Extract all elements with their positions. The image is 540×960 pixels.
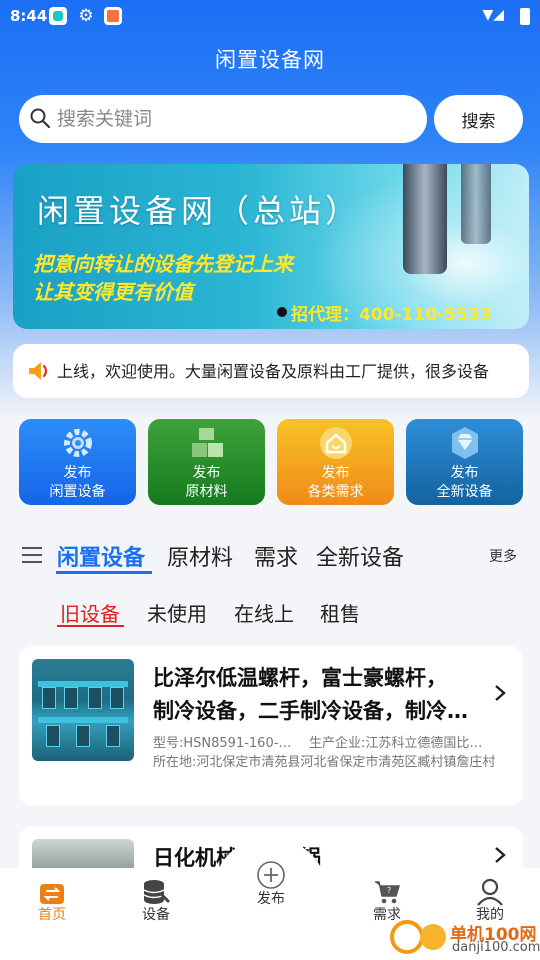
speaker-icon bbox=[29, 362, 48, 380]
quick-action-line1: 发布 bbox=[192, 465, 221, 481]
menu-icon[interactable] bbox=[22, 545, 42, 565]
quick-action-line2: 闲置设备 bbox=[49, 484, 106, 500]
publish-new-equipment-button[interactable]: 发布 全新设备 bbox=[406, 419, 523, 505]
home-icon bbox=[40, 884, 64, 904]
subtab-online[interactable]: 在线上 bbox=[234, 598, 294, 627]
app-notification-icon bbox=[49, 7, 67, 25]
listing-card[interactable]: 比泽尔低温螺杆，富士豪螺杆， 制冷设备，二手制冷设备，制冷… 型号:HSN859… bbox=[19, 646, 523, 806]
quick-action-line2: 全新设备 bbox=[436, 484, 493, 500]
app-notification-icon-2 bbox=[104, 7, 122, 25]
quick-action-line2: 原材料 bbox=[185, 484, 228, 500]
cart-icon: ? bbox=[375, 881, 401, 904]
user-icon bbox=[477, 878, 503, 906]
tab-demand[interactable]: 需求 bbox=[254, 540, 298, 572]
subtab-unused[interactable]: 未使用 bbox=[147, 598, 207, 627]
subtab-rent-sale[interactable]: 租售 bbox=[320, 598, 360, 627]
watermark-url: danji100.com bbox=[452, 940, 540, 955]
home-badge-icon bbox=[320, 427, 352, 459]
chevron-right-icon bbox=[495, 847, 506, 863]
publish-raw-material-button[interactable]: 发布 原材料 bbox=[148, 419, 265, 505]
battery-icon bbox=[520, 8, 530, 25]
watermark-circle-icon-2 bbox=[420, 924, 446, 950]
listing-title: 比泽尔低温螺杆，富士豪螺杆， 制冷设备，二手制冷设备，制冷… bbox=[153, 662, 483, 728]
search-box[interactable] bbox=[19, 95, 427, 143]
listing-location: 所在地:河北保定市清苑县河北省保定市清苑区臧村镇詹庄村 bbox=[153, 755, 496, 770]
plus-circle-icon[interactable] bbox=[256, 860, 286, 890]
svg-text:?: ? bbox=[387, 886, 391, 895]
banner-carousel[interactable]: 闲置设备网（总站） 把意向转让的设备先登记上来 让其变得更有价值 招代理：400… bbox=[13, 164, 529, 329]
carousel-indicator[interactable] bbox=[277, 307, 287, 317]
more-link[interactable]: 更多 bbox=[489, 546, 517, 566]
boxes-icon bbox=[192, 428, 223, 457]
listing-title-line2: 制冷设备，二手制冷设备，制冷… bbox=[153, 699, 468, 723]
quick-action-line1: 发布 bbox=[63, 465, 92, 481]
tab-idle-equipment[interactable]: 闲置设备 bbox=[57, 540, 145, 572]
banner-slogan-1: 把意向转让的设备先登记上来 bbox=[33, 252, 293, 276]
status-time: 8:44 bbox=[10, 7, 48, 25]
banner-machine-image-2 bbox=[461, 164, 491, 244]
search-input[interactable] bbox=[57, 95, 417, 143]
tab-raw-material[interactable]: 原材料 bbox=[167, 540, 233, 572]
active-tab-underline bbox=[56, 571, 152, 574]
listing-thumbnail bbox=[32, 659, 134, 761]
active-subtab-underline bbox=[57, 625, 124, 627]
watermark-logo: 单机100网 danji100.com bbox=[390, 916, 540, 960]
signal-icons: ▼◢ bbox=[482, 7, 504, 23]
subtab-used[interactable]: 旧设备 bbox=[60, 598, 120, 627]
nav-equipment-label: 设备 bbox=[142, 907, 170, 923]
database-tools-icon bbox=[143, 880, 170, 904]
status-bar: 8:44 ⚙ ▼◢ bbox=[0, 0, 540, 34]
search-icon bbox=[30, 108, 50, 128]
notice-marquee[interactable]: 上线，欢迎使用。大量闲置设备及原料由工厂提供，很多设备 bbox=[13, 344, 529, 398]
banner-machine-image bbox=[403, 164, 447, 274]
quick-action-line1: 发布 bbox=[321, 465, 350, 481]
notice-text: 上线，欢迎使用。大量闲置设备及原料由工厂提供，很多设备 bbox=[57, 362, 490, 381]
tab-new-equipment[interactable]: 全新设备 bbox=[316, 540, 404, 572]
listing-meta: 型号:HSN8591-160-… 生产企业:江苏科立德德国比… 所在地:河北保定… bbox=[153, 734, 509, 772]
quick-action-line1: 发布 bbox=[450, 465, 479, 481]
watermark-circle-icon bbox=[390, 920, 424, 954]
quick-action-line2: 各类需求 bbox=[307, 484, 364, 500]
banner-slogan-2: 让其变得更有价值 bbox=[33, 280, 193, 304]
chevron-right-icon bbox=[495, 685, 506, 701]
listing-company: 生产企业:江苏科立德德国比… bbox=[309, 736, 483, 751]
diamond-badge-icon bbox=[452, 427, 478, 459]
publish-idle-equipment-button[interactable]: 发布 闲置设备 bbox=[19, 419, 136, 505]
listing-title-line1: 比泽尔低温螺杆，富士豪螺杆， bbox=[153, 666, 447, 690]
gear-icon bbox=[64, 429, 92, 457]
publish-demand-button[interactable]: 发布 各类需求 bbox=[277, 419, 394, 505]
nav-home-label: 首页 bbox=[38, 907, 66, 923]
banner-phone: 招代理：400-110-5533 bbox=[291, 305, 492, 325]
nav-publish-label[interactable]: 发布 bbox=[231, 888, 311, 908]
listing-model: 型号:HSN8591-160-… bbox=[153, 736, 292, 751]
banner-title: 闲置设备网（总站） bbox=[37, 192, 362, 230]
page-title: 闲置设备网 bbox=[215, 48, 325, 72]
search-button[interactable]: 搜索 bbox=[434, 95, 523, 143]
settings-notification-icon: ⚙ bbox=[78, 6, 94, 26]
